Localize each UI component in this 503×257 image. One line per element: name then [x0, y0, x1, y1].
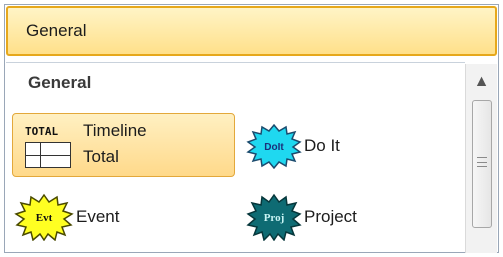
scrollbar-thumb[interactable]	[472, 100, 492, 228]
project-starburst-icon: Proj	[246, 193, 302, 241]
doit-starburst-icon: DoIt	[246, 123, 302, 169]
palette-item-project[interactable]: Proj Project	[246, 191, 357, 243]
palette-item-do-it[interactable]: DoIt Do It	[246, 121, 340, 171]
vertical-scrollbar[interactable]: ▲	[465, 64, 497, 253]
section-title: General	[28, 73, 92, 92]
palette-item-event[interactable]: Evt Event	[14, 191, 119, 243]
event-starburst-icon: Evt	[14, 193, 74, 241]
grip-icon	[477, 157, 487, 167]
svg-text:Proj: Proj	[264, 212, 285, 224]
timeline-total-icon: TOTAL	[19, 120, 75, 168]
palette-item-label: Total	[83, 147, 119, 166]
category-header[interactable]: General	[6, 6, 497, 56]
palette-item-label: Project	[304, 207, 357, 226]
palette-item-timeline-total[interactable]: TOTAL Timeline Total	[12, 113, 235, 177]
palette-item-label: Do It	[304, 136, 340, 155]
header-divider	[6, 62, 465, 63]
svg-text:DoIt: DoIt	[264, 142, 284, 153]
scroll-up-arrow-icon[interactable]: ▲	[466, 64, 497, 100]
svg-text:Evt: Evt	[36, 212, 53, 224]
palette-item-label: Event	[76, 207, 120, 226]
category-header-title: General	[26, 21, 87, 40]
palette-item-label: Timeline	[83, 121, 147, 140]
